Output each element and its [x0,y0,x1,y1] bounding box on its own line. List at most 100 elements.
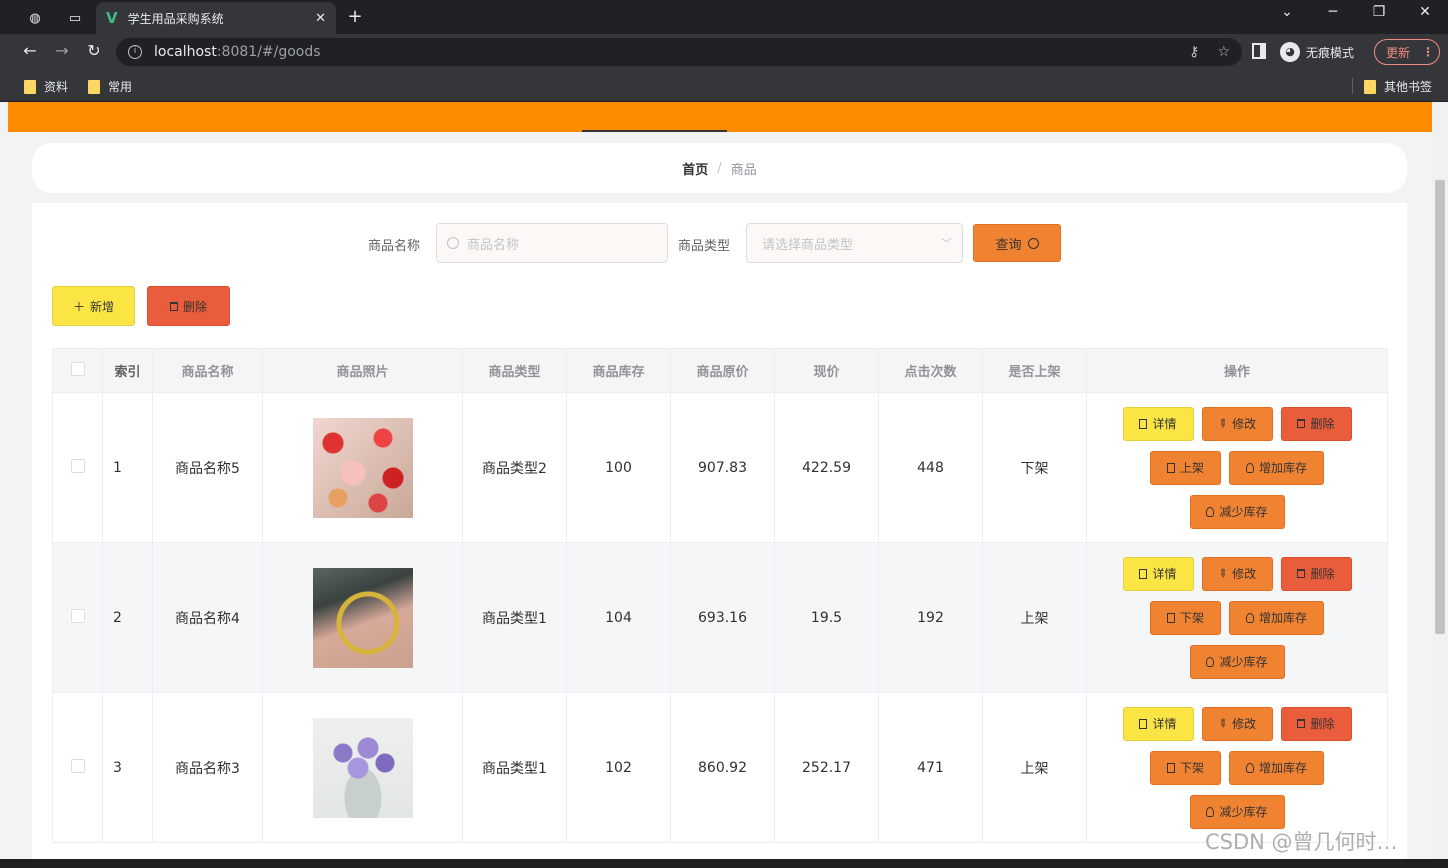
other-bookmarks[interactable]: 其他书签 [1364,78,1432,95]
delete-button[interactable]: 删除 [1280,706,1352,741]
delete-button[interactable]: 删除 [1280,556,1352,591]
row-checkbox-cell [52,542,103,693]
select-all-cell [52,348,103,393]
breadcrumb-current: 商品 [730,162,757,178]
photo-cell [262,542,463,693]
forward-icon[interactable]: → [50,41,74,63]
delete-button[interactable]: 删除 [1280,406,1352,441]
reduce-stock-label: 减少库存 [1219,505,1268,519]
detail-button[interactable]: 详情 [1122,556,1194,591]
bookmark-folder[interactable]: 资料 [24,78,68,95]
new-tab-icon[interactable]: + [343,6,367,27]
query-button[interactable]: 查询 [973,224,1061,262]
bulb-icon [1245,462,1254,473]
name-label: 商品名称 [368,239,421,254]
add-stock-button[interactable]: 增加库存 [1229,750,1324,785]
document-icon [1139,718,1148,729]
divider [1352,78,1353,94]
delete-label: 删除 [1310,417,1335,431]
stock-cell: 104 [566,542,671,693]
product-photo[interactable] [312,567,413,668]
edit-label: 修改 [1232,417,1257,431]
breadcrumb: 首页 / 商品 [32,143,1407,193]
document-icon [1139,568,1148,579]
type-placeholder: 请选择商品类型 [762,237,854,253]
browser-tab-active[interactable]: V 学生用品采购系统 ✕ [96,2,336,34]
trash-icon [1297,569,1306,578]
add-stock-button[interactable]: 增加库存 [1229,450,1324,485]
detail-button[interactable]: 详情 [1122,706,1194,741]
vue-logo-icon: V [106,9,118,27]
reload-icon[interactable]: ↻ [82,41,106,63]
shelf-toggle-button[interactable]: 下架 [1150,750,1221,785]
update-button[interactable]: 更新 ⋮ [1374,39,1440,65]
close-icon[interactable]: ✕ [315,11,326,26]
restore-icon[interactable]: ❐ [1356,4,1402,20]
add-stock-button[interactable]: 增加库存 [1229,600,1324,635]
top-nav-bar [8,102,1432,132]
window-icon[interactable]: ▭ [58,6,92,30]
row-checkbox[interactable] [70,758,85,773]
batch-delete-button[interactable]: 删除 [147,286,230,326]
index-cell: 1 [102,392,153,543]
orig-price-cell: 907.83 [670,392,775,543]
table-row: 2 商品名称4 商品类型1 104 693.16 19.5 192 上架 详情 … [52,542,1388,693]
product-photo[interactable] [312,717,413,818]
incognito-indicator[interactable]: ◕ 无痕模式 [1280,38,1354,66]
price-cell: 252.17 [774,692,879,843]
reduce-stock-button[interactable]: 减少库存 [1189,494,1285,529]
type-select[interactable]: 请选择商品类型 ﹀ [746,223,963,263]
url-path: :8081/#/goods [216,44,321,60]
clicks-cell: 448 [878,392,983,543]
row-checkbox[interactable] [70,458,85,473]
scrollbar-thumb[interactable] [1435,180,1445,634]
type-cell: 商品类型2 [462,392,567,543]
side-panel-icon[interactable] [1252,43,1266,59]
name-search-input[interactable]: 商品名称 [436,223,668,263]
main-content: 商品名称 商品名称 商品类型 请选择商品类型 ﹀ 查询 ＋ 新增 删除 索引 商… [32,203,1407,868]
trash-icon [169,301,178,311]
detail-label: 详情 [1152,567,1177,581]
status-cell: 下架 [982,392,1087,543]
name-cell: 商品名称3 [152,692,263,843]
folder-icon [88,79,100,94]
edit-button[interactable]: ✎ 修改 [1201,706,1273,741]
bulb-icon [1206,506,1215,517]
incognito-label: 无痕模式 [1306,45,1355,60]
document-icon [1166,762,1175,773]
row-checkbox[interactable] [70,608,85,623]
reduce-stock-button[interactable]: 减少库存 [1189,644,1285,679]
info-icon[interactable]: i [128,45,142,59]
select-all-checkbox[interactable] [70,361,85,376]
edit-button[interactable]: ✎ 修改 [1201,556,1273,591]
column-header: 现价 [774,348,879,393]
shelf-toggle-button[interactable]: 下架 [1150,600,1221,635]
add-button[interactable]: ＋ 新增 [52,286,135,326]
name-placeholder: 商品名称 [467,237,520,253]
breadcrumb-home[interactable]: 首页 [682,159,708,178]
edit-button[interactable]: ✎ 修改 [1201,406,1273,441]
url-input[interactable]: i localhost:8081/#/goods ⚷ ☆ [116,38,1242,66]
window-close-icon[interactable]: ✕ [1402,4,1448,20]
add-stock-label: 增加库存 [1258,611,1307,625]
back-icon[interactable]: ← [18,41,42,63]
star-icon[interactable]: ☆ [1217,44,1230,60]
globe-icon[interactable]: ◍ [18,6,52,30]
shelf-toggle-button[interactable]: 上架 [1150,450,1221,485]
document-icon [1166,462,1175,473]
minimize-icon[interactable]: ─ [1310,4,1356,20]
edit-label: 修改 [1232,567,1257,581]
product-photo[interactable] [312,417,413,518]
bookmark-folder[interactable]: 常用 [88,78,132,95]
type-cell: 商品类型1 [462,692,567,843]
chevron-down-icon[interactable]: ⌄ [1264,4,1310,20]
other-bookmarks-label: 其他书签 [1384,80,1433,94]
clicks-cell: 471 [878,692,983,843]
key-icon[interactable]: ⚷ [1189,44,1199,60]
reduce-stock-button[interactable]: 减少库存 [1189,794,1285,829]
plus-icon: ＋ [72,299,85,314]
type-label: 商品类型 [678,239,731,254]
table-row: 3 商品名称3 商品类型1 102 860.92 252.17 471 上架 详… [52,692,1388,843]
page-scrollbar[interactable] [1432,102,1448,868]
detail-button[interactable]: 详情 [1122,406,1194,441]
